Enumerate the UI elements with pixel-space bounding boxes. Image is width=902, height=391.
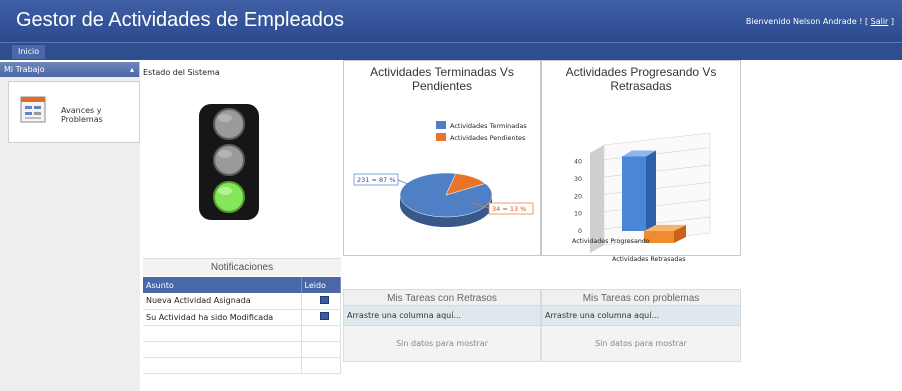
table-row [143, 357, 341, 374]
column-header-asunto[interactable]: Asunto [143, 277, 302, 293]
welcome-text: Bienvenido Nelson Andrade ! [ Salir ] [746, 17, 894, 26]
y-tick-label: 20 [574, 193, 582, 200]
sidebar-item-avances[interactable]: Avances y Problemas [8, 81, 140, 143]
notifications-title: Notificaciones [143, 258, 341, 276]
chart-progresando-retrasadas: Actividades Progresando Vs Retrasadas 0 1… [541, 60, 741, 263]
welcome-bracket: ] [890, 17, 894, 26]
chart-terminadas-pendientes: Actividades Terminadas Vs Pendientes Act… [343, 60, 541, 256]
nav-bar: Inicio [0, 42, 902, 60]
system-status-label: Estado del Sistema [143, 68, 220, 77]
notification-subject: Nueva Actividad Asignada [143, 293, 302, 310]
empty-message-problemas: Sin datos para mostrar [541, 326, 741, 362]
pie-chart: Actividades Terminadas Actividades Pendi… [353, 121, 534, 227]
notifications-table: Asunto Leido Nueva Actividad Asignada Su… [143, 277, 341, 374]
grid-title-retrasos: Mis Tareas con Retrasos [343, 289, 541, 306]
table-row[interactable]: Nueva Actividad Asignada [143, 293, 341, 310]
notification-subject: Su Actividad ha sido Modificada [143, 309, 302, 326]
pie-slices [399, 172, 493, 227]
legend-swatch-pendientes [436, 133, 446, 141]
read-checkbox[interactable] [319, 312, 329, 320]
table-row[interactable]: Su Actividad ha sido Modificada [143, 309, 341, 326]
y-tick-label: 30 [574, 176, 582, 183]
sidebar-section-title: Mi Trabajo [4, 65, 45, 74]
group-panel-retrasos[interactable]: Arrastre una columna aquí... [343, 306, 541, 326]
logout-link[interactable]: Salir [871, 17, 889, 26]
empty-message-retrasos: Sin datos para mostrar [343, 326, 541, 362]
table-row [143, 325, 341, 342]
app-header: Gestor de Actividades de Empleados Bienv… [0, 0, 902, 42]
chart-title: Actividades Progresando Vs Retrasadas [565, 65, 717, 93]
grid-title-problemas: Mis Tareas con problemas [541, 289, 741, 306]
table-row [143, 341, 341, 358]
x-tick-progresando: Actividades Progresando [572, 238, 650, 245]
app-title: Gestor de Actividades de Empleados [16, 9, 344, 31]
read-cell [301, 293, 341, 310]
column-header-leido[interactable]: Leido [301, 277, 341, 293]
legend-label-terminadas: Actividades Terminadas [450, 122, 527, 130]
group-panel-problemas[interactable]: Arrastre una columna aquí... [541, 306, 741, 326]
sidebar-section-header[interactable]: Mi Trabajo ▴ [0, 62, 139, 77]
y-ticks: 0 10 20 30 40 [574, 159, 582, 235]
sidebar-body: Avances y Problemas [0, 77, 140, 391]
y-tick-label: 40 [574, 159, 582, 166]
chart-title: Actividades Terminadas Vs Pendientes [370, 65, 514, 93]
welcome-message: Bienvenido Nelson Andrade ! [ [745, 17, 869, 26]
read-checkbox[interactable] [319, 295, 329, 304]
y-tick-label: 0 [578, 228, 582, 235]
y-tick-label: 10 [574, 211, 582, 218]
sidebar: Mi Trabajo ▴ Avances y Problemas [0, 62, 140, 391]
legend-swatch-terminadas [436, 121, 446, 129]
data-label-terminadas: 231 = 87 % [357, 176, 396, 184]
legend-label-pendientes: Actividades Pendientes [450, 134, 526, 142]
bar-chart: 0 10 20 30 40 Actividades Progresando Activi… [572, 132, 711, 263]
nav-home[interactable]: Inicio [12, 45, 46, 59]
data-label-pendientes: 34 = 13 % [492, 205, 526, 213]
sidebar-item-label: Avances y Problemas [61, 106, 103, 124]
bar-front-progresando [622, 156, 646, 231]
collapse-icon[interactable]: ▴ [130, 62, 134, 77]
traffic-light-icon [199, 104, 259, 220]
notepad-icon [20, 96, 46, 123]
bar-side-progresando [646, 150, 656, 231]
x-tick-retrasadas: Actividades Retrasadas [612, 256, 686, 263]
read-cell [301, 309, 341, 326]
